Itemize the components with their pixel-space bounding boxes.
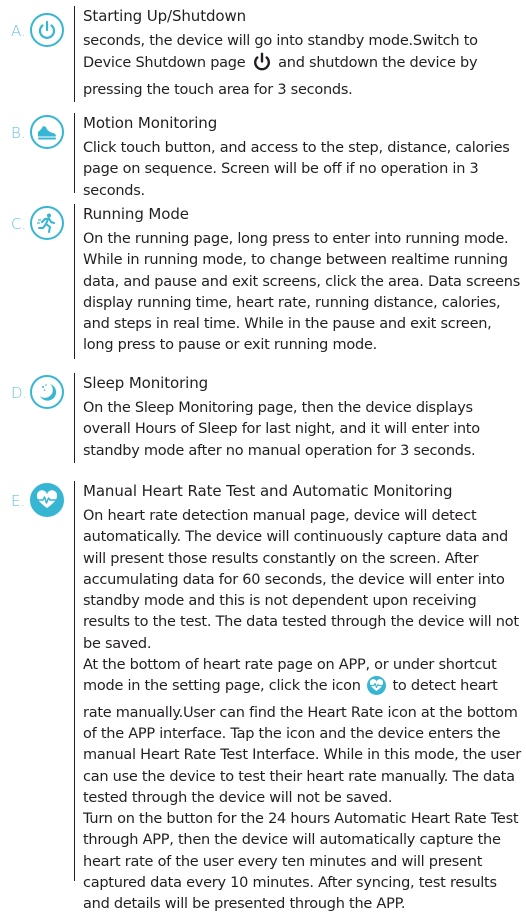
section-title: Manual Heart Rate Test and Automatic Mon… — [83, 482, 453, 500]
shoe-icon — [30, 115, 64, 149]
section-divider — [74, 373, 75, 463]
moon-icon — [30, 375, 64, 409]
section-divider — [74, 481, 75, 881]
heart-rate-icon — [30, 483, 64, 517]
section-letter: E. — [11, 492, 26, 510]
section-letter: B. — [11, 124, 26, 142]
section-content: Running Mode On the running page, long p… — [83, 204, 522, 357]
section-body: On the Sleep Monitoring page, then the d… — [83, 400, 480, 459]
running-person-icon — [30, 206, 64, 240]
paragraph-automatic-test: Turn on the button for the 24 hours Auto… — [83, 811, 519, 913]
section-content: Manual Heart Rate Test and Automatic Mon… — [83, 481, 522, 916]
section-content: Starting Up/Shutdown seconds, the device… — [83, 6, 522, 101]
section-body: On the running page, long press to enter… — [83, 231, 521, 354]
section-letter: C. — [11, 215, 27, 233]
section-divider — [74, 204, 75, 359]
section-title: Sleep Monitoring — [83, 374, 209, 392]
body-text: to detect heart rate manually.User can f… — [83, 678, 521, 806]
section-title: Starting Up/Shutdown — [83, 7, 247, 25]
section-body: Click touch button, and access to the st… — [83, 140, 510, 199]
section-letter: A. — [11, 22, 26, 40]
section-letter: D. — [11, 384, 28, 402]
section-divider — [74, 6, 75, 102]
paragraph-manual-test: On heart rate detection manual page, dev… — [83, 508, 519, 652]
section-title: Running Mode — [83, 205, 189, 223]
power-icon — [252, 52, 272, 79]
paragraph-app-test: At the bottom of heart rate page on APP,… — [83, 655, 522, 809]
section-body: seconds, the device will go into standby… — [83, 31, 522, 101]
power-icon — [30, 13, 64, 47]
heart-rate-icon — [367, 676, 387, 702]
section-content: Motion Monitoring Click touch button, an… — [83, 113, 522, 202]
section-divider — [74, 113, 75, 193]
section-content: Sleep Monitoring On the Sleep Monitoring… — [83, 373, 522, 462]
section-title: Motion Monitoring — [83, 114, 218, 132]
